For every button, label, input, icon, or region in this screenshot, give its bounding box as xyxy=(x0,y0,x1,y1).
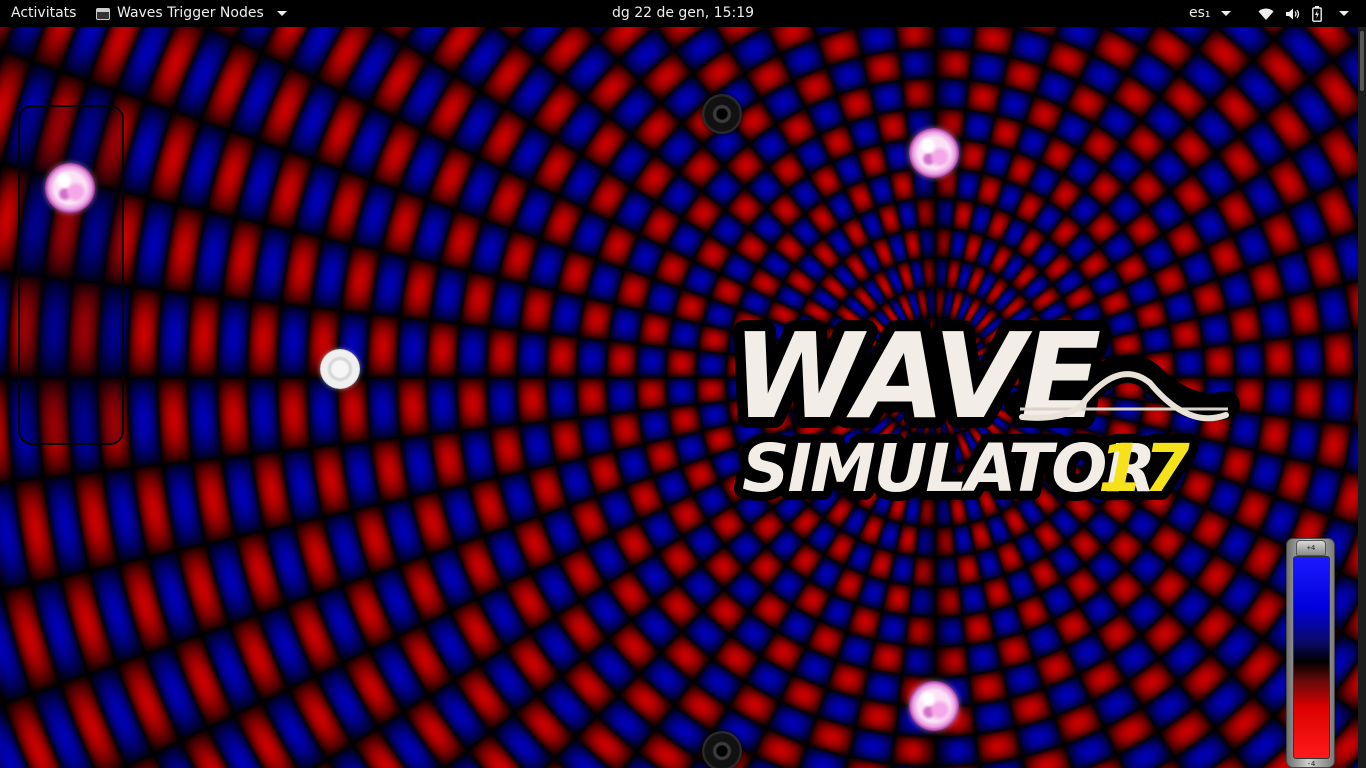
keyboard-layout-label: es₁ xyxy=(1189,5,1211,21)
logo-number: 17 xyxy=(1098,430,1190,507)
clock[interactable]: dg 22 de gen, 15:19 xyxy=(0,0,1366,27)
wifi-icon xyxy=(1258,8,1274,20)
logo-line2: SIMULATOR xyxy=(742,430,1154,507)
volume-icon xyxy=(1286,8,1300,19)
scrollbar[interactable] xyxy=(1358,27,1366,768)
keyboard-layout-menu[interactable]: es₁ xyxy=(1189,0,1231,27)
meter-min-label: -4 xyxy=(1306,760,1316,768)
meter-max-label: +4 xyxy=(1296,540,1326,556)
node-palette-panel[interactable] xyxy=(18,105,124,445)
wave-simulator-canvas[interactable]: WAVE SIMULATOR 17 WAVE SIMULATOR 17 +4 -… xyxy=(0,27,1358,768)
selected-node[interactable] xyxy=(320,349,360,389)
wave-source-node[interactable] xyxy=(909,681,959,731)
chevron-down-icon xyxy=(1339,11,1349,16)
trigger-node[interactable] xyxy=(702,94,742,134)
trigger-node[interactable] xyxy=(702,731,742,768)
amplitude-meter: +4 -4 xyxy=(1286,538,1335,768)
chevron-down-icon xyxy=(1220,10,1231,16)
top-bar: Activitats Waves Trigger Nodes dg 22 de … xyxy=(0,0,1366,27)
battery-icon xyxy=(1312,5,1322,22)
system-status-menu[interactable] xyxy=(1258,0,1349,27)
game-logo: WAVE SIMULATOR 17 WAVE SIMULATOR 17 xyxy=(721,296,1240,510)
meter-gradient xyxy=(1293,556,1330,759)
wave-source-node[interactable] xyxy=(45,163,95,213)
logo-line1: WAVE xyxy=(732,307,1101,445)
wave-source-node[interactable] xyxy=(909,128,959,178)
